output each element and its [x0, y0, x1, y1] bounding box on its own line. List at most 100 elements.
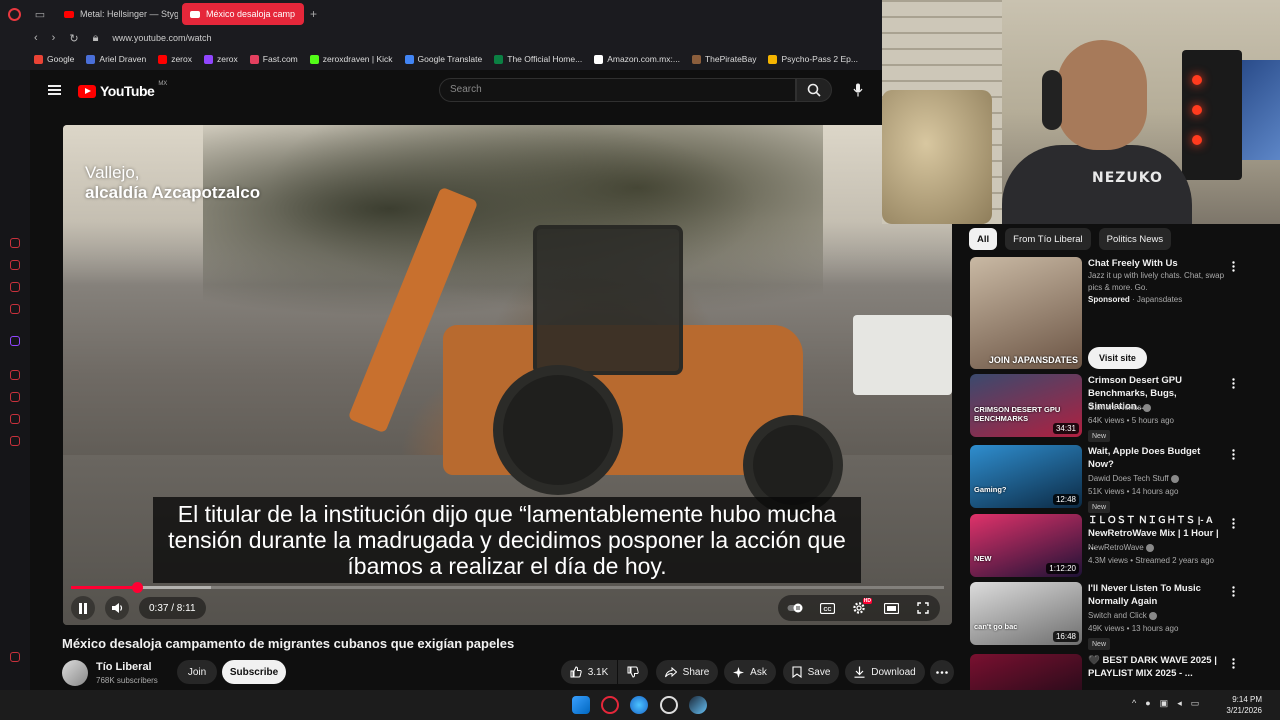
recommended-video-title[interactable]: I'll Never Listen To Music Normally Agai…	[1088, 582, 1228, 608]
subscribe-button[interactable]: Subscribe	[222, 660, 286, 684]
bookmark-item[interactable]: Amazon.com.mx:...	[594, 54, 680, 64]
sidebar-twitch-icon[interactable]	[10, 336, 20, 346]
sidebar-ext-icon[interactable]	[10, 260, 20, 270]
opera-logo-icon[interactable]	[0, 0, 28, 28]
bookmark-item[interactable]: The Official Home...	[494, 54, 582, 64]
like-button[interactable]: 3.1K	[561, 660, 617, 684]
bookmark-item[interactable]: Psycho-Pass 2 Ep...	[768, 54, 858, 64]
url-field[interactable]: www.youtube.com/watch	[112, 33, 211, 43]
windows-start-icon[interactable]	[572, 696, 590, 714]
subtitles-button[interactable]: CC	[816, 597, 838, 619]
video-thumbnail[interactable]: NEW 1:12:20	[970, 514, 1082, 577]
video-thumbnail[interactable]: CRIMSON DESERT GPU BENCHMARKS 34:31	[970, 374, 1082, 437]
recommended-video-title[interactable]: Wait, Apple Does Budget Now?	[1088, 445, 1228, 471]
ask-label: Ask	[750, 666, 767, 678]
bookmark-item[interactable]: Google	[34, 54, 74, 64]
visit-site-button[interactable]: Visit site	[1088, 347, 1147, 369]
bookmark-label: Google	[47, 54, 75, 64]
thumbnail-text: CRIMSON DESERT GPU BENCHMARKS	[974, 405, 1061, 423]
bookmark-item[interactable]: zeroxdraven | Kick	[309, 54, 393, 64]
bookmark-item[interactable]: zerox	[158, 54, 192, 64]
recommended-channel[interactable]: Dawid Does Tech Stuff	[1088, 473, 1179, 485]
search-input[interactable]: Search	[439, 78, 796, 102]
recommended-video[interactable]: CRIMSON DESERT GPU BENCHMARKS 34:31 Crimso…	[970, 374, 1270, 442]
recommended-channel[interactable]: Gamers Nexus	[1088, 402, 1152, 414]
recommended-channel[interactable]: Switch and Click	[1088, 610, 1157, 622]
tab-metal-hellsinger[interactable]: Metal: Hellsinger — Stygia	[56, 3, 178, 25]
progress-bar[interactable]	[71, 582, 944, 593]
opera-gx-icon[interactable]	[601, 696, 619, 714]
save-button[interactable]: Save	[783, 660, 839, 684]
autoplay-toggle[interactable]	[784, 597, 806, 619]
more-options-button[interactable]	[1228, 259, 1238, 273]
bookmark-item[interactable]: zerox	[204, 54, 238, 64]
voice-search-button[interactable]	[846, 78, 870, 102]
more-options-button[interactable]	[1228, 584, 1238, 598]
bookmark-item[interactable]: Google Translate	[404, 54, 482, 64]
settings-button[interactable]: HD	[848, 597, 872, 619]
filter-chip[interactable]: Politics News	[1098, 228, 1172, 250]
more-options-button[interactable]	[1228, 447, 1238, 461]
opera-sidebar	[0, 70, 30, 690]
microphone-tray-icon[interactable]: ●	[1145, 698, 1150, 709]
sidebar-messenger-icon[interactable]	[10, 282, 20, 292]
download-button[interactable]: Download	[845, 660, 925, 684]
bookmark-favicon-icon	[249, 54, 259, 64]
reload-icon[interactable]: ↻	[69, 32, 78, 45]
sidebar-wallet-icon[interactable]	[10, 414, 20, 424]
theater-mode-button[interactable]	[880, 597, 902, 619]
steam-icon[interactable]	[689, 696, 707, 714]
more-options-button[interactable]	[1228, 516, 1238, 530]
video-player[interactable]: Vallejo, alcaldía Azcapotzalco El titula…	[63, 125, 952, 625]
pause-button[interactable]	[71, 596, 95, 620]
search-button[interactable]	[796, 78, 832, 102]
tab-islands-icon[interactable]: ▭	[28, 0, 52, 28]
recommended-video[interactable]: Gaming? 12:48 Wait, Apple Does Budget Now?…	[970, 445, 1270, 513]
recommended-channel[interactable]: NewRetroWave	[1088, 542, 1154, 554]
volume-button[interactable]	[105, 596, 129, 620]
edge-icon[interactable]	[630, 696, 648, 714]
bookmark-item[interactable]: ThePirateBay	[691, 54, 756, 64]
bookmark-item[interactable]: Ariel Draven	[86, 54, 146, 64]
sidebar-settings-icon[interactable]	[10, 436, 20, 446]
recommended-video[interactable]: NEW 1:12:20 ＩＬＯＳＴ ＮＩＧＨＴＳ |- A NewRetroWave…	[970, 514, 1270, 578]
clock[interactable]: 9:14 PM 3/21/2026	[1226, 694, 1262, 716]
sidebar-app-icon[interactable]	[10, 304, 20, 314]
sidebar-ai-icon[interactable]	[10, 238, 20, 248]
recommended-video[interactable]: can't go bac 16:48 I'll Never Listen To Mu…	[970, 582, 1270, 650]
sidebar-history-icon[interactable]	[10, 392, 20, 402]
menu-icon[interactable]	[48, 85, 61, 95]
recommended-video-title[interactable]: 🖤 BEST DARK WAVE 2025 | PLAYLIST MIX 202…	[1088, 654, 1228, 680]
recommended-video-title[interactable]: Chat Freely With Us	[1088, 257, 1228, 270]
ask-button[interactable]: Ask	[724, 660, 776, 684]
video-thumbnail[interactable]: JOIN JAPANSDATES	[970, 257, 1082, 369]
fullscreen-button[interactable]	[912, 597, 934, 619]
new-tab-icon[interactable]: +	[310, 7, 317, 21]
share-button[interactable]: Share	[656, 660, 718, 684]
new-badge: New	[1088, 638, 1111, 650]
battery-icon[interactable]: ▭	[1191, 698, 1200, 709]
chevron-up-icon[interactable]: ^	[1132, 698, 1136, 709]
more-options-button[interactable]	[1228, 656, 1238, 670]
youtube-logo[interactable]: YouTube MX	[78, 81, 167, 99]
bookmark-item[interactable]: Fast.com	[249, 54, 298, 64]
more-options-button[interactable]	[1228, 376, 1238, 390]
dislike-button[interactable]	[618, 660, 648, 684]
join-button[interactable]: Join	[177, 660, 217, 684]
network-icon[interactable]: ▣	[1160, 698, 1169, 709]
more-actions-button[interactable]	[930, 660, 954, 684]
obs-icon[interactable]	[660, 696, 678, 714]
filter-chip[interactable]: From Tío Liberal	[1005, 228, 1091, 250]
ad-item[interactable]: JOIN JAPANSDATES Chat Freely With Us Jazz …	[970, 257, 1270, 369]
filter-chip[interactable]: All	[969, 228, 998, 250]
back-icon[interactable]: ‹	[34, 32, 38, 44]
sidebar-gx-icon[interactable]	[10, 652, 20, 662]
video-thumbnail[interactable]: can't go bac 16:48	[970, 582, 1082, 645]
channel-name[interactable]: Tío Liberal	[96, 661, 152, 673]
speaker-icon[interactable]: ◂	[1177, 698, 1182, 709]
forward-icon[interactable]: ›	[52, 32, 56, 44]
channel-avatar[interactable]	[62, 660, 88, 686]
video-thumbnail[interactable]: Gaming? 12:48	[970, 445, 1082, 508]
tab-mexico-desaloja[interactable]: México desaloja camp	[182, 3, 304, 25]
sidebar-player-icon[interactable]	[10, 370, 20, 380]
